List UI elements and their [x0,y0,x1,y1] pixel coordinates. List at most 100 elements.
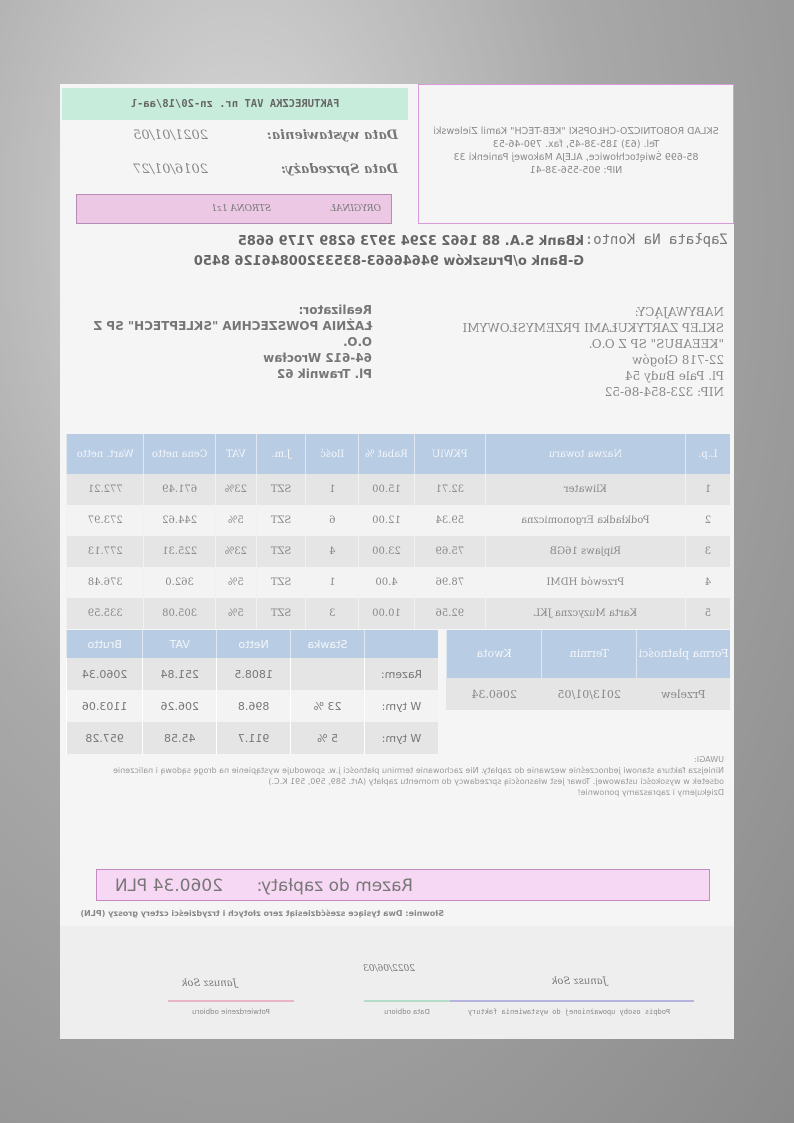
cell-summary-label: W tym: [364,722,438,754]
buyer-block: NABYWAJĄCY: SKLEP ZARTYKUŁAMI PRZEMYSŁOW… [462,304,724,400]
cell-summary-vat: 206.26 [142,690,217,722]
col-price: Cena netto [143,434,216,474]
cell-vat: 23% [215,474,257,505]
col-payment-form: Forma płatności [636,630,730,678]
cell-price: 305.08 [143,598,216,629]
cell-summary-net: 1808.5 [216,658,291,690]
cell-net: 376.48 [66,567,144,598]
items-table: L.p. Nazwa towaru PKWiU Rabat % Ilość J.… [66,434,730,629]
col-name: Nazwa towaru [485,434,686,474]
cell-summary-net: 911.7 [216,722,291,754]
cell-price: 244.62 [143,505,216,536]
col-net: Wart. netto [66,434,144,474]
buyer-nip: NIP: 323-854-86-52 [604,385,724,399]
bank-line-2: G-Bank o/Pruszków 94646663-8353320084612… [193,254,584,269]
cell-rabat: 23.00 [358,536,415,567]
table-row: 4 Przewód HDMI 78.96 4.00 1 SZT 5% 362.0… [66,567,730,598]
cell-net: 772.21 [66,474,144,505]
realizator-name-2: O.O. [343,335,372,349]
cell-payment-amount: 2060.34 [446,678,542,710]
issue-date: 2021/01/05 [133,128,208,143]
cell-summary-net: 896.8 [216,690,291,722]
table-row: W tym: 23 % 896.8 206.26 1103.06 [66,690,438,722]
receiver-signature-name: Janusz Sok [181,978,237,989]
cell-payment-term: 2013/01/05 [541,678,637,710]
buyer-name: SKLEP ZARTYKUŁAMI PRZEMYSŁOWYMI [462,321,724,335]
table-row: 2 Podkładka Ergonomiczna 59.34 12.00 6 S… [66,505,730,536]
col-jm: J.m. [256,434,306,474]
notes-line-1: Niniejsza faktura stanowi jednocześnie w… [113,766,724,775]
cell-summary-gross: 2060.34 [66,658,143,690]
cell-name: Przewód HDMI [485,567,686,598]
payment-table: Forma płatności Termin Kwota Przelew 201… [446,630,730,710]
cell-pkwiu: 59.34 [414,505,486,536]
cell-rabat: 10.00 [358,598,415,629]
invoice-title: FAKTURECZKA VAT nr. zn-20/18/aa-l [62,88,408,120]
seller-box: SKLAD ROBOTNICZO-CHŁOPSKI "KEB-TECH" Kam… [418,84,734,224]
cell-pkwiu: 32.71 [414,474,486,505]
sale-date: 2016/01/27 [133,162,208,177]
total-label: Razem do zapłaty: [256,876,413,896]
cell-vat: 5% [215,567,257,598]
cell-name: Podkładka Ergonomiczna [485,505,686,536]
cell-net: 273.97 [66,505,144,536]
realizator-street: Pl. Trawnik 62 [276,367,372,381]
notes-heading: UWAGI: [694,755,724,764]
table-row: Przelew 2013/01/05 2060.34 [446,678,730,710]
buyer-street: Pl. Pale Budy 54 [624,369,724,383]
receiver-signature-line [168,1000,294,1002]
cell-summary-rate: 5 % [290,722,365,754]
seller-nip: NIP: 905-556-38-41 [529,165,623,176]
vat-summary-table: Stawka Netto VAT Brutto Razem: 1808.5 25… [66,630,438,754]
cell-lp: 4 [685,567,730,598]
cell-qty: 4 [305,536,359,567]
cell-jm: SZT [256,598,306,629]
cell-summary-vat: 251.84 [142,658,217,690]
issue-date-label: Data wystawienia: [266,128,398,143]
signature-area: Janusz Sok Podpis osoby upoważnionej do … [60,926,734,1039]
col-vat: VAT [215,434,257,474]
col-payment-term: Termin [541,630,637,678]
cell-qty: 1 [305,567,359,598]
page-label: STRONA 1z1 [211,204,271,214]
cell-qty: 1 [305,474,359,505]
realizator-heading: Realizator: [298,303,372,317]
cell-summary-gross: 1103.06 [66,690,143,722]
issuer-signature-name: Janusz Sok [551,976,607,987]
cell-jm: SZT [256,474,306,505]
cell-name: Ripjaws 16GB [485,536,686,567]
cell-summary-label: W tym: [364,690,438,722]
col-qty: Ilość [305,434,359,474]
cell-qty: 3 [305,598,359,629]
cell-qty: 6 [305,505,359,536]
cell-pkwiu: 78.96 [414,567,486,598]
cell-jm: SZT [256,536,306,567]
table-row: Razem: 1808.5 251.84 2060.34 [66,658,438,690]
cell-rabat: 4.00 [358,567,415,598]
col-summary-rate: Stawka [290,630,365,658]
receipt-date: 2022/06/03 [363,964,415,974]
table-row: 3 Ripjaws 16GB 75.69 23.00 4 SZT 23% 225… [66,536,730,567]
sale-date-label: Data Sprzedaży: [281,162,398,177]
cell-summary-rate [290,658,365,690]
cell-vat: 5% [215,505,257,536]
cell-lp: 3 [685,536,730,567]
seller-name: SKLAD ROBOTNICZO-CHŁOPSKI "KEB-TECH" Kam… [433,126,719,137]
account-label: Zapłata Na Konto: [584,232,728,248]
cell-net: 335.59 [66,598,144,629]
total-amount: 2060.34 PLN [114,876,223,896]
issuer-signature-line [444,1000,694,1002]
realizator-name-1: ŁAŹNIA POWSZECHNA "SKLEPTECH" SP Z [93,319,372,333]
table-row: W tym: 5 % 911.7 45.58 957.28 [66,722,438,754]
col-summary-net: Netto [216,630,291,658]
cell-summary-label: Razem: [364,658,438,690]
col-lp: L.p. [685,434,730,474]
col-payment-amount: Kwota [446,630,542,678]
cell-jm: SZT [256,505,306,536]
cell-net: 277.13 [66,536,144,567]
col-summary-label [364,630,438,658]
table-row: 5 Karta Muzyczna JKL 92.56 10.00 3 SZT 5… [66,598,730,629]
table-row: 1 Kliwater 32.71 15.00 1 SZT 23% 671.49 … [66,474,730,505]
invoice-page: SKLAD ROBOTNICZO-CHŁOPSKI "KEB-TECH" Kam… [60,84,734,1039]
cell-price: 671.49 [143,474,216,505]
